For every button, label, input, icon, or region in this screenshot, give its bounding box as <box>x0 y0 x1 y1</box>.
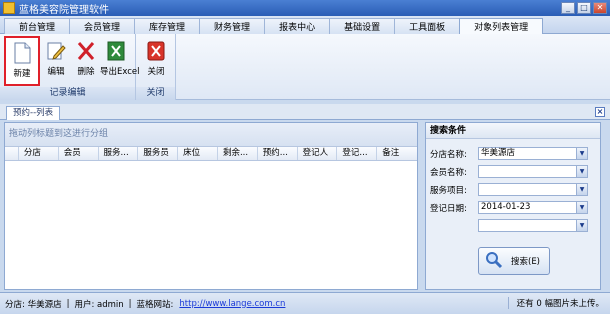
edit-label: 编辑 <box>47 67 65 77</box>
tab-reports[interactable]: 报表中心 <box>264 18 331 34</box>
chevron-down-icon[interactable]: ▼ <box>576 220 587 231</box>
branch-select[interactable]: 华美源店 ▼ <box>478 147 588 160</box>
appointment-grid: 拖动列标题到这进行分组 分店 会员 服务... 服务员 床位 剩余... 预约.… <box>4 122 418 290</box>
search-button[interactable]: 搜索(E) <box>478 247 550 275</box>
member-label: 会员名称: <box>430 168 467 178</box>
member-select[interactable]: ▼ <box>478 165 588 178</box>
website-link[interactable]: http://www.lange.com.cn <box>179 299 285 309</box>
status-user: 用户: admin <box>74 299 124 310</box>
app-icon <box>3 2 15 14</box>
chevron-down-icon[interactable]: ▼ <box>576 166 587 177</box>
group-record-edit-label: 记录编辑 <box>0 87 135 100</box>
status-branch: 分店: 华美源店 <box>5 299 62 310</box>
tab-settings[interactable]: 基础设置 <box>329 18 396 34</box>
member-row: 会员名称: <box>430 165 480 179</box>
new-label: 新建 <box>13 69 31 79</box>
tab-finance[interactable]: 财务管理 <box>199 18 266 34</box>
tab-front-desk[interactable]: 前台管理 <box>4 18 71 34</box>
export-label: 导出Excel <box>100 67 140 77</box>
maximize-button[interactable]: □ <box>577 2 591 14</box>
status-bar: 分店: 华美源店 | 用户: admin | 蓝格网站: http://www.… <box>0 292 610 314</box>
date-select[interactable]: 2014-01-23 ▼ <box>478 201 588 214</box>
excel-icon <box>106 40 126 62</box>
column-header[interactable]: 会员 <box>59 147 99 160</box>
column-header[interactable]: 备注 <box>377 147 417 160</box>
document-tabs: 预约--列表 × <box>0 104 610 120</box>
column-header[interactable]: 分店 <box>19 147 59 160</box>
upload-status: 还有 0 幅图片未上传。 <box>507 297 604 309</box>
export-excel-button[interactable]: 导出Excel <box>100 36 140 82</box>
group-close: 关闭 关闭 <box>136 34 176 100</box>
delete-button[interactable]: 删除 <box>70 36 102 82</box>
extra-select[interactable]: ▼ <box>478 219 588 232</box>
minimize-button[interactable]: _ <box>561 2 575 14</box>
service-row: 服务项目: <box>430 183 480 197</box>
branch-label: 分店名称: <box>430 150 467 160</box>
window-title: 蓝格美容院管理软件 <box>19 4 109 16</box>
column-header[interactable]: 登记人 <box>298 147 338 160</box>
tab-appointment-list[interactable]: 预约--列表 <box>6 106 61 120</box>
close-window-button[interactable]: ✕ <box>593 2 607 14</box>
grid-header: 分店 会员 服务... 服务员 床位 剩余... 预约... 登记人 登记...… <box>5 147 417 161</box>
service-select[interactable]: ▼ <box>478 183 588 196</box>
column-header[interactable]: 剩余... <box>218 147 258 160</box>
ribbon-tabs: 前台管理 会员管理 库存管理 财务管理 报表中心 基础设置 工具面板 对象列表管… <box>0 16 610 34</box>
search-button-label: 搜索(E) <box>511 257 541 267</box>
group-by-panel[interactable]: 拖动列标题到这进行分组 <box>5 123 417 147</box>
new-button[interactable]: 新建 <box>4 36 40 86</box>
date-row: 登记日期: <box>430 201 480 215</box>
search-panel-title: 搜索条件 <box>426 123 600 139</box>
column-header[interactable]: 登记... <box>337 147 378 160</box>
row-indicator-header <box>5 147 19 160</box>
toolbar: 新建 编辑 删除 导出Excel 记录编辑 关闭 关闭 <box>0 34 610 100</box>
search-panel: 搜索条件 分店名称: 华美源店 ▼ 会员名称: ▼ 服务项目: ▼ 登记日期: 2… <box>425 122 601 290</box>
status-website-label: 蓝格网站: <box>136 299 174 310</box>
edit-button[interactable]: 编辑 <box>40 36 72 82</box>
delete-x-icon <box>76 40 96 62</box>
column-header[interactable]: 床位 <box>178 147 218 160</box>
close-label: 关闭 <box>147 67 165 77</box>
edit-pencil-icon <box>46 40 66 62</box>
search-icon <box>485 251 503 272</box>
service-label: 服务项目: <box>430 186 467 196</box>
title-bar: 蓝格美容院管理软件 _ □ ✕ <box>0 0 610 16</box>
chevron-down-icon[interactable]: ▼ <box>576 202 587 213</box>
group-close-label: 关闭 <box>136 87 175 100</box>
status-separator: | <box>66 298 70 309</box>
branch-value: 华美源店 <box>481 148 516 158</box>
tab-inventory[interactable]: 库存管理 <box>134 18 201 34</box>
column-header[interactable]: 服务员 <box>138 147 179 160</box>
chevron-down-icon[interactable]: ▼ <box>576 184 587 195</box>
date-label: 登记日期: <box>430 204 467 214</box>
status-separator: | <box>128 298 132 309</box>
close-button[interactable]: 关闭 <box>140 36 172 82</box>
new-document-icon <box>12 42 32 64</box>
close-tab-icon[interactable]: × <box>595 107 605 117</box>
tab-tools[interactable]: 工具面板 <box>394 18 461 34</box>
branch-row: 分店名称: <box>430 147 480 161</box>
chevron-down-icon[interactable]: ▼ <box>576 148 587 159</box>
close-icon <box>146 40 166 62</box>
delete-label: 删除 <box>77 67 95 77</box>
tab-object-list[interactable]: 对象列表管理 <box>459 18 544 34</box>
date-value: 2014-01-23 <box>481 202 531 212</box>
column-header[interactable]: 预约... <box>258 147 298 160</box>
tab-member[interactable]: 会员管理 <box>69 18 136 34</box>
group-record-edit: 新建 编辑 删除 导出Excel 记录编辑 <box>0 34 140 100</box>
column-header[interactable]: 服务... <box>99 147 139 160</box>
